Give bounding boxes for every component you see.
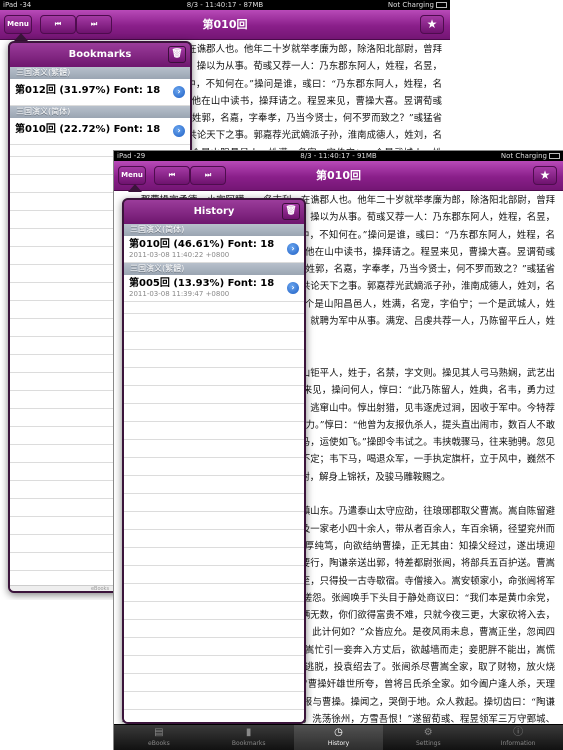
book-icon: ▤ — [154, 727, 164, 738]
tab-ebooks[interactable]: ▤ eBooks — [114, 725, 204, 750]
nav-bar: Menu ⏮ ⏭ 第010回 ★ — [114, 161, 563, 191]
fast-forward-icon: ⏭ — [90, 20, 98, 28]
history-date: 2011-03-08 11:39:47 +0800 — [129, 290, 230, 298]
battery-icon — [436, 2, 447, 8]
menu-button[interactable]: Menu — [4, 15, 32, 34]
next-chapter-button[interactable]: ⏭ — [76, 15, 112, 34]
tab-bookmarks[interactable]: ▮ Bookmarks — [204, 725, 294, 750]
clock-icon: ◷ — [334, 727, 343, 738]
section-header: 三国演义(繁體) — [10, 67, 190, 79]
info-icon: ⓘ — [513, 727, 524, 738]
battery-icon — [549, 153, 560, 159]
trash-icon: 🗑 — [171, 49, 183, 59]
clear-history-button[interactable]: 🗑 — [282, 203, 300, 220]
status-time: 8/3 - 11:40:17 - 91MB — [300, 152, 377, 160]
tab-label: Bookmarks — [231, 740, 266, 747]
star-icon: ★ — [539, 168, 551, 182]
popover-arrow — [128, 184, 142, 192]
bookmark-icon: ▮ — [245, 727, 252, 738]
prev-chapter-button[interactable]: ⏮ — [154, 166, 190, 185]
status-time: 8/3 - 11:40:17 - 87MB — [186, 1, 264, 9]
bookmark-title: 第010回 (22.72%) Font: 18 — [15, 124, 161, 135]
disclosure-icon[interactable]: › — [173, 125, 185, 137]
rewind-icon: ⏮ — [168, 171, 176, 179]
disclosure-icon[interactable]: › — [287, 282, 299, 294]
bookmark-row[interactable]: 第010回 (22.72%) Font: 18 › — [10, 118, 190, 145]
tab-information[interactable]: ⓘ Information — [473, 725, 563, 750]
section-header: 三国演义(繁體) — [124, 263, 304, 275]
tab-settings[interactable]: ⚙ Settings — [383, 725, 473, 750]
delete-button[interactable]: 🗑 — [168, 46, 186, 63]
add-bookmark-button[interactable]: ★ — [533, 166, 557, 185]
star-icon: ★ — [426, 17, 438, 31]
tab-history[interactable]: ◷ History — [293, 725, 384, 750]
front-screen: iPad -29 8/3 - 11:40:17 - 91MB Not Charg… — [113, 150, 563, 750]
popover-title: History — [193, 206, 235, 217]
fast-forward-icon: ⏭ — [204, 171, 212, 179]
popover-title: Bookmarks — [68, 49, 132, 60]
charging-status: Not Charging — [500, 152, 547, 160]
tab-label: Settings — [415, 740, 441, 747]
disclosure-icon[interactable]: › — [287, 243, 299, 255]
history-title: 第010回 (46.61%) Font: 18 — [129, 239, 275, 250]
history-popover: History 🗑 三国演义(简体) 第010回 (46.61%) Font: … — [122, 198, 306, 724]
disclosure-icon[interactable]: › — [173, 86, 185, 98]
popover-arrow — [14, 33, 28, 41]
next-chapter-button[interactable]: ⏭ — [190, 166, 226, 185]
nav-bar: Menu ⏮ ⏭ 第010回 ★ — [0, 10, 450, 40]
popover-header: Bookmarks 🗑 — [10, 43, 190, 67]
gear-icon: ⚙ — [423, 727, 433, 738]
tab-label: History — [327, 740, 350, 747]
history-list: 三国演义(简体) 第010回 (46.61%) Font: 18 2011-03… — [124, 224, 304, 722]
add-bookmark-button[interactable]: ★ — [420, 15, 444, 34]
tab-label: Information — [500, 740, 536, 747]
rewind-icon: ⏮ — [54, 20, 62, 28]
history-row[interactable]: 第005回 (13.93%) Font: 18 2011-03-08 11:39… — [124, 275, 304, 302]
history-row[interactable]: 第010回 (46.61%) Font: 18 2011-03-08 11:40… — [124, 236, 304, 263]
menu-button[interactable]: Menu — [118, 166, 146, 185]
tab-bar: ▤ eBooks ▮ Bookmarks ◷ History ⚙ Setting… — [114, 724, 563, 750]
trash-icon: 🗑 — [285, 206, 297, 216]
bookmark-row[interactable]: 第012回 (31.97%) Font: 18 › — [10, 79, 190, 106]
tab-label: eBooks — [148, 740, 170, 747]
history-date: 2011-03-08 11:40:22 +0800 — [129, 251, 230, 259]
bookmark-title: 第012回 (31.97%) Font: 18 — [15, 85, 161, 96]
status-bar: iPad -29 8/3 - 11:40:17 - 91MB Not Charg… — [114, 151, 563, 161]
popover-header: History 🗑 — [124, 200, 304, 224]
prev-chapter-button[interactable]: ⏮ — [40, 15, 76, 34]
section-header: 三国演义(简体) — [10, 106, 190, 118]
status-bar: iPad -34 8/3 - 11:40:17 - 87MB Not Charg… — [0, 0, 450, 10]
section-header: 三国演义(简体) — [124, 224, 304, 236]
history-title: 第005回 (13.93%) Font: 18 — [129, 278, 275, 289]
charging-status: Not Charging — [387, 1, 434, 9]
